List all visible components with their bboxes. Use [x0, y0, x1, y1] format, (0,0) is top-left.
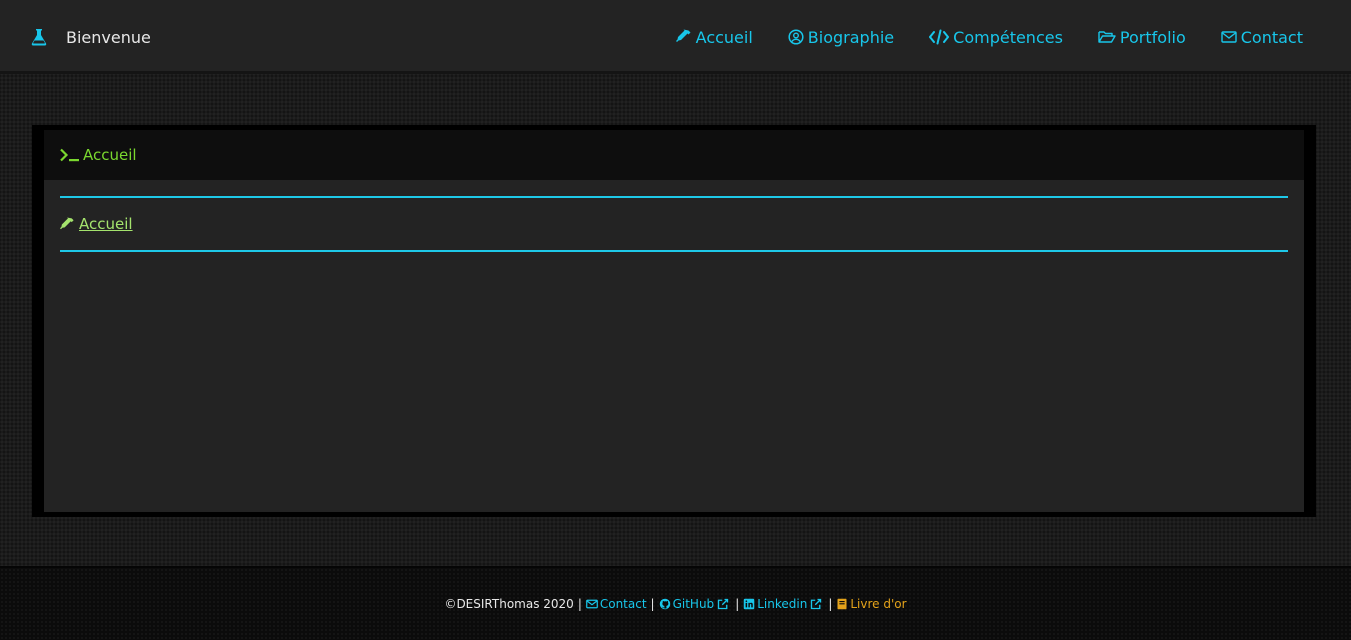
- eyedropper-icon: [675, 29, 691, 42]
- footer: ©DESIRThomas 2020 | Contact | GitHub | L…: [0, 566, 1351, 640]
- footer-contact-link[interactable]: Contact: [586, 597, 647, 611]
- envelope-icon: [586, 599, 598, 609]
- linkedin-icon: [743, 598, 755, 610]
- navbar: Bienvenue Accueil Biographie Compétences…: [0, 0, 1351, 74]
- separator: |: [650, 597, 655, 611]
- panel-title: Accueil: [83, 146, 137, 164]
- section-link-accueil[interactable]: Accueil: [60, 215, 133, 233]
- brand-label: Bienvenue: [66, 27, 151, 47]
- nav-link-portfolio[interactable]: Portfolio: [1098, 28, 1186, 47]
- nav-link-contact[interactable]: Contact: [1221, 28, 1303, 47]
- nav-link-label: Portfolio: [1119, 27, 1186, 47]
- separator: |: [577, 597, 582, 611]
- nav-links: Accueil Biographie Compétences Portfolio…: [641, 0, 1303, 74]
- navbar-brand[interactable]: Bienvenue: [30, 0, 151, 74]
- code-icon: [929, 29, 950, 45]
- nav-link-label: Biographie: [807, 27, 895, 47]
- flask-icon: [30, 28, 48, 46]
- external-link-icon: [811, 598, 822, 610]
- nav-link-label: Accueil: [695, 27, 753, 47]
- separator: |: [828, 597, 833, 611]
- nav-link-label: Contact: [1240, 27, 1303, 47]
- footer-guestbook-link[interactable]: Livre d'or: [836, 597, 907, 611]
- copyright-text: ©DESIRThomas 2020: [444, 597, 574, 611]
- eyedropper-icon: [60, 216, 74, 229]
- terminal-icon: [60, 148, 79, 162]
- footer-github-link[interactable]: GitHub: [659, 597, 732, 611]
- footer-guestbook-label: Livre d'or: [850, 597, 907, 611]
- github-icon: [659, 598, 670, 610]
- nav-link-biographie[interactable]: Biographie: [788, 28, 894, 47]
- book-icon: [837, 598, 847, 610]
- nav-link-accueil[interactable]: Accueil: [675, 27, 753, 47]
- panel-header: Accueil: [44, 130, 1304, 180]
- separator: |: [735, 597, 740, 611]
- section-link-label: Accueil: [79, 215, 133, 233]
- folder-open-icon: [1098, 31, 1116, 43]
- envelope-icon: [1221, 31, 1237, 43]
- nav-link-label: Compétences: [953, 27, 1063, 47]
- footer-github-label: GitHub: [672, 597, 715, 611]
- main-frame: Accueil Accueil: [32, 125, 1316, 517]
- footer-linkedin-label: Linkedin: [757, 597, 808, 611]
- footer-linkedin-link[interactable]: Linkedin: [743, 597, 824, 611]
- external-link-icon: [718, 598, 729, 610]
- section-header: Accueil: [60, 196, 1288, 252]
- nav-link-competences[interactable]: Compétences: [929, 28, 1063, 47]
- content-panel: Accueil Accueil: [44, 130, 1304, 512]
- user-circle-icon: [788, 29, 804, 45]
- footer-contact-label: Contact: [599, 597, 647, 611]
